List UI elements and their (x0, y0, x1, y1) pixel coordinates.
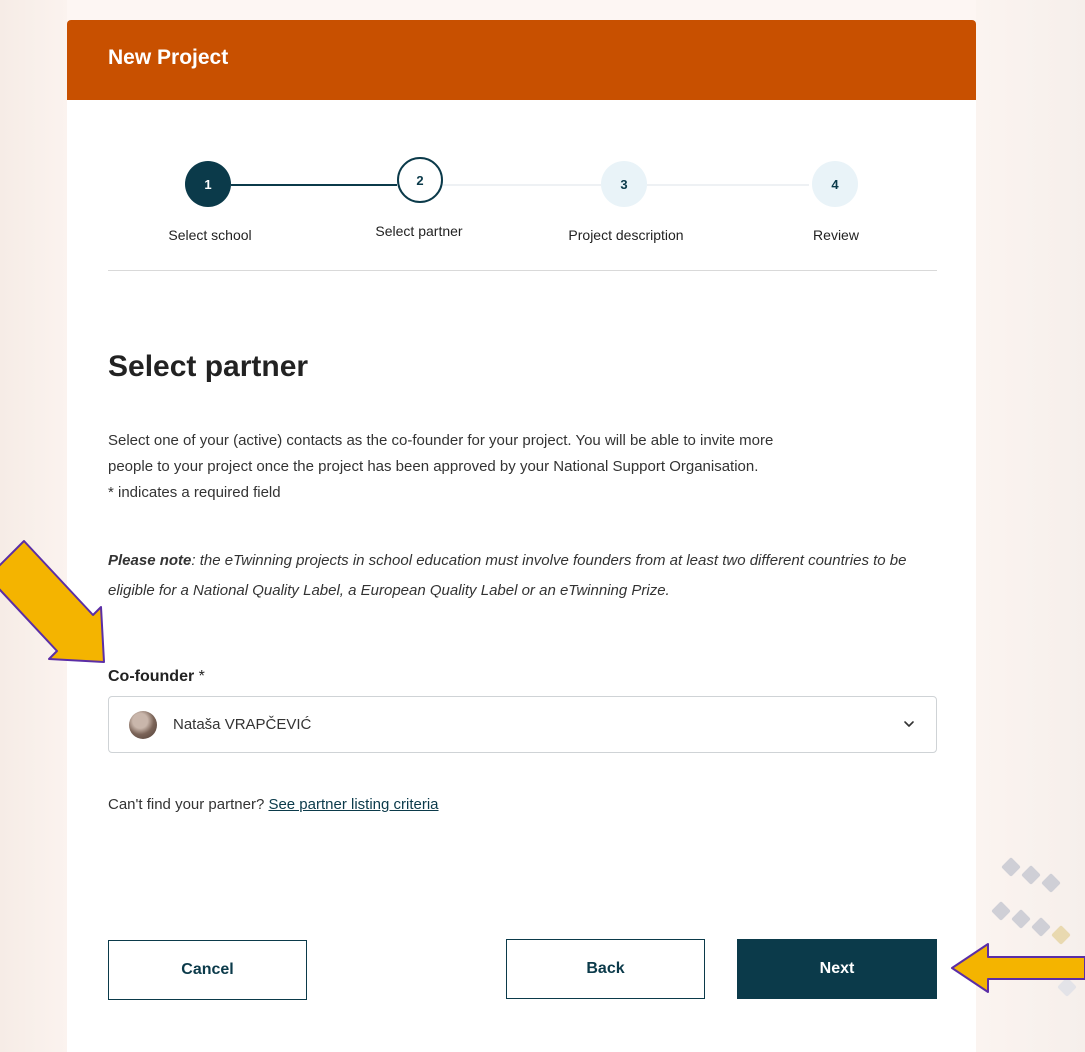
annotation-arrow-next (951, 943, 1085, 993)
